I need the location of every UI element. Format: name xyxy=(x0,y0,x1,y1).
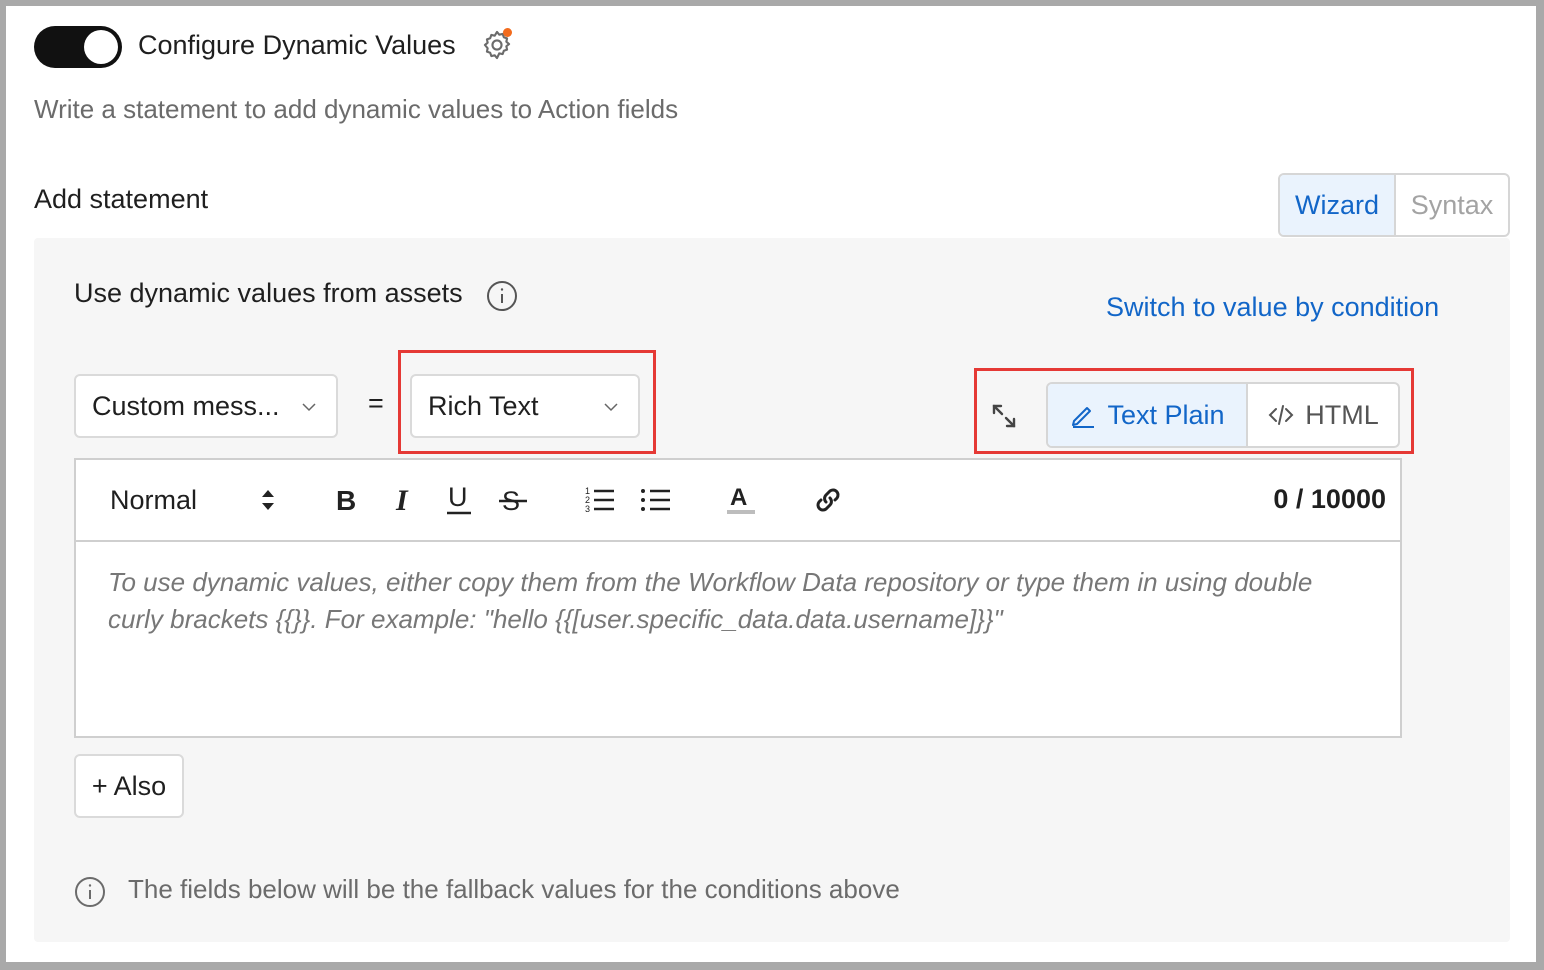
editor-toolbar: Normal B I U S 1 2 3 A 0 / 10000 xyxy=(76,460,1400,542)
sort-arrows-icon[interactable] xyxy=(258,480,278,520)
info-icon xyxy=(74,876,106,908)
equals-sign: = xyxy=(368,388,384,418)
html-tab[interactable]: HTML xyxy=(1248,384,1398,446)
chevron-down-icon xyxy=(302,403,316,412)
underline-icon[interactable]: U xyxy=(444,480,474,520)
svg-text:3: 3 xyxy=(585,504,590,514)
format-switcher: Text Plain HTML xyxy=(1046,382,1400,448)
pencil-icon xyxy=(1072,407,1095,428)
fallback-note: The fields below will be the fallback va… xyxy=(128,874,900,904)
panel-heading: Use dynamic values from assets xyxy=(74,278,463,308)
text-plain-tab[interactable]: Text Plain xyxy=(1048,384,1248,446)
dynamic-values-toggle[interactable] xyxy=(34,26,122,68)
code-icon xyxy=(1268,405,1294,425)
bold-icon[interactable]: B xyxy=(332,480,360,520)
info-icon[interactable] xyxy=(486,280,518,312)
svg-text:B: B xyxy=(336,485,356,515)
bullet-list-icon[interactable] xyxy=(640,480,672,520)
chevron-down-icon xyxy=(604,403,618,412)
paragraph-style-value: Normal xyxy=(110,484,198,515)
field-select[interactable]: Custom mess... xyxy=(74,374,338,438)
type-select-value: Rich Text xyxy=(428,390,539,421)
notification-dot xyxy=(503,28,512,37)
wizard-tab[interactable]: Wizard xyxy=(1280,175,1396,235)
svg-text:U: U xyxy=(448,483,468,512)
dialog-frame: Configure Dynamic Values Write a stateme… xyxy=(6,6,1536,962)
svg-text:I: I xyxy=(395,485,409,515)
character-counter: 0 / 10000 xyxy=(1273,484,1386,514)
strikethrough-icon[interactable]: S xyxy=(498,480,528,520)
add-also-button[interactable]: + Also xyxy=(74,754,184,818)
html-label: HTML xyxy=(1305,399,1379,430)
field-select-value: Custom mess... xyxy=(92,390,280,421)
syntax-tab[interactable]: Syntax xyxy=(1396,175,1508,235)
page-subtitle: Write a statement to add dynamic values … xyxy=(34,94,679,124)
text-color-icon[interactable]: A xyxy=(726,480,756,520)
link-icon[interactable] xyxy=(812,480,844,520)
italic-icon[interactable]: I xyxy=(390,480,418,520)
mode-switcher: Wizard Syntax xyxy=(1278,173,1510,237)
paragraph-style-select[interactable]: Normal xyxy=(110,480,197,520)
ordered-list-icon[interactable]: 1 2 3 xyxy=(584,480,616,520)
add-statement-label: Add statement xyxy=(34,184,209,214)
rich-text-editor: Normal B I U S 1 2 3 A 0 / 10000 To use … xyxy=(74,458,1402,738)
text-plain-label: Text Plain xyxy=(1107,399,1225,430)
gear-icon[interactable] xyxy=(480,28,514,62)
statement-panel: Use dynamic values from assets Switch to… xyxy=(34,238,1510,942)
editor-placeholder[interactable]: To use dynamic values, either copy them … xyxy=(108,564,1348,638)
page-title: Configure Dynamic Values xyxy=(138,30,456,60)
expand-icon[interactable] xyxy=(988,400,1020,432)
toggle-knob xyxy=(84,30,118,64)
switch-to-condition-link[interactable]: Switch to value by condition xyxy=(1106,292,1439,323)
svg-text:A: A xyxy=(730,484,747,511)
type-select[interactable]: Rich Text xyxy=(410,374,640,438)
